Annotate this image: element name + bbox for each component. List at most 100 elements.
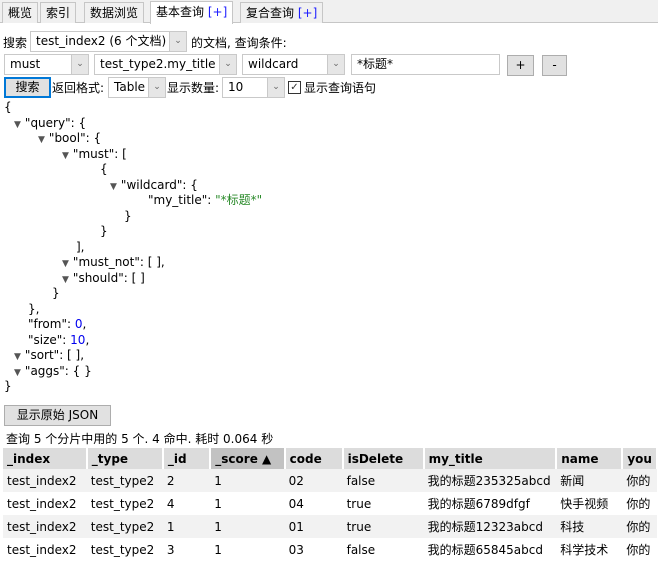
column-header-name[interactable]: name bbox=[556, 448, 624, 469]
remove-condition-button[interactable]: - bbox=[542, 55, 567, 76]
checkmark-icon: ✓ bbox=[290, 82, 299, 93]
collapse-toggle-icon[interactable]: ▼ bbox=[14, 366, 21, 382]
field-select-value: test_type2.my_title bbox=[100, 57, 216, 71]
show-raw-json-button[interactable]: 显示原始 JSON bbox=[4, 405, 111, 426]
tab-add-icon[interactable]: [+] bbox=[298, 6, 317, 20]
collapse-toggle-icon[interactable]: ▼ bbox=[62, 149, 69, 165]
cell-code: 01 bbox=[284, 515, 343, 538]
format-label: 返回格式: bbox=[52, 81, 105, 95]
tab-compound-query[interactable]: 复合查询 [+] bbox=[240, 2, 324, 23]
chevron-down-icon: ⌄ bbox=[219, 55, 236, 74]
table-row[interactable]: test_index2 test_type2 4 1 04 true 我的标题6… bbox=[3, 492, 657, 515]
tab-bar: 概览 索引 数据浏览 基本查询 [+] 复合查询 [+] bbox=[0, 0, 658, 24]
tab-indices[interactable]: 索引 bbox=[40, 2, 77, 23]
tab-data-browse[interactable]: 数据浏览 bbox=[84, 2, 145, 23]
cell-name: 科学技术 bbox=[560, 543, 609, 557]
tab-label: 概览 bbox=[8, 6, 33, 20]
collapse-toggle-icon[interactable]: ▼ bbox=[38, 133, 45, 149]
json-line: "from": 0, bbox=[28, 317, 86, 333]
collapse-toggle-icon[interactable]: ▼ bbox=[110, 180, 117, 196]
column-header-index[interactable]: _index bbox=[3, 448, 88, 469]
json-text: } bbox=[52, 286, 60, 300]
chevron-down-icon: ⌄ bbox=[267, 78, 284, 97]
json-text: "should": [ ] bbox=[72, 270, 145, 285]
column-header-isdelete[interactable]: isDelete bbox=[342, 448, 425, 469]
chevron-down-icon: ⌄ bbox=[327, 55, 344, 74]
tab-label: 数据浏览 bbox=[90, 6, 139, 20]
cell-code: 03 bbox=[288, 542, 304, 557]
json-line: "my_title": "*标题*" bbox=[148, 193, 262, 209]
cell-my-title: 我的标题12323abcd bbox=[423, 515, 557, 538]
cell-name: 科技 bbox=[556, 515, 623, 538]
search-prefix-label: 搜索 bbox=[3, 36, 28, 50]
tab-basic-query[interactable]: 基本查询 [+] bbox=[150, 1, 234, 24]
json-punct: , bbox=[82, 317, 87, 331]
cell-type: test_type2 bbox=[90, 542, 155, 557]
json-text: "sort": [ ], bbox=[24, 348, 85, 362]
json-line: } bbox=[52, 286, 60, 302]
json-text: "my_title": bbox=[148, 193, 216, 207]
column-header-my-title[interactable]: my_title bbox=[423, 448, 558, 469]
column-header-you[interactable]: you bbox=[622, 448, 658, 469]
results-summary: 查询 5 个分片中用的 5 个. 4 命中. 耗时 0.064 秒 bbox=[6, 432, 274, 446]
cell-index: test_index2 bbox=[7, 542, 77, 557]
operator-select[interactable]: wildcard ⌄ bbox=[242, 54, 345, 75]
column-header-id[interactable]: _id bbox=[162, 448, 212, 469]
column-header-type[interactable]: _type bbox=[86, 448, 164, 469]
json-text: "aggs": { } bbox=[24, 363, 92, 378]
json-line: }, bbox=[28, 302, 39, 318]
cell-id: 2 bbox=[162, 469, 211, 492]
tab-add-icon[interactable]: [+] bbox=[208, 5, 227, 19]
json-line: "size": 10, bbox=[28, 333, 89, 349]
json-text: { bbox=[100, 162, 108, 176]
column-header-code[interactable]: code bbox=[284, 448, 344, 469]
cell-my-title: 我的标题6789dfgf bbox=[427, 497, 530, 511]
table-header-row: _index _type _id _score ▲ code isDelete … bbox=[3, 448, 658, 469]
show-query-label[interactable]: 显示查询语句 bbox=[304, 80, 376, 96]
json-text: }, bbox=[28, 301, 40, 316]
index-select[interactable]: test_index2 (6 个文档) ⌄ bbox=[30, 31, 187, 52]
collapse-toggle-icon[interactable]: ▼ bbox=[62, 273, 69, 289]
show-query-checkbox[interactable]: ✓ bbox=[288, 81, 301, 94]
results-table: _index _type _id _score ▲ code isDelete … bbox=[3, 448, 658, 561]
json-line: ▼ "must": [ bbox=[62, 147, 127, 165]
field-select[interactable]: test_type2.my_title ⌄ bbox=[94, 54, 237, 75]
cell-index: test_index2 bbox=[3, 515, 87, 538]
json-line: { bbox=[4, 100, 12, 116]
json-line: { bbox=[100, 162, 108, 178]
chevron-down-icon: ⌄ bbox=[148, 78, 165, 97]
format-select-value: Table bbox=[114, 80, 146, 94]
cell-you: 你的 bbox=[622, 515, 657, 538]
json-value: "*标题*" bbox=[215, 193, 263, 207]
json-line: } bbox=[100, 224, 108, 240]
cell-you: 你的 bbox=[626, 543, 651, 557]
query-value-input[interactable]: *标题* bbox=[351, 54, 500, 75]
table-row[interactable]: test_index2 test_type2 1 1 01 true 我的标题1… bbox=[3, 515, 657, 538]
json-text: "must": [ bbox=[72, 146, 127, 161]
json-line: ], bbox=[76, 240, 85, 256]
query-value-text: *标题* bbox=[357, 57, 394, 71]
json-text: { bbox=[4, 100, 12, 114]
cell-you: 你的 bbox=[626, 497, 651, 511]
chevron-down-icon: ⌄ bbox=[169, 32, 186, 51]
cell-name: 新闻 bbox=[556, 469, 623, 492]
cell-id: 4 bbox=[166, 496, 175, 511]
cell-index: test_index2 bbox=[3, 469, 87, 492]
table-row[interactable]: test_index2 test_type2 2 1 02 false 我的标题… bbox=[3, 469, 657, 492]
json-text: "must_not": [ ], bbox=[72, 255, 165, 269]
json-text: "size": bbox=[28, 332, 71, 347]
count-select[interactable]: 10 ⌄ bbox=[222, 77, 285, 98]
search-button[interactable]: 搜索 bbox=[4, 77, 51, 98]
tab-overview[interactable]: 概览 bbox=[2, 2, 39, 23]
format-select[interactable]: Table ⌄ bbox=[108, 77, 166, 98]
cell-my-title: 我的标题235325abcd bbox=[423, 469, 557, 492]
cell-score: 1 bbox=[214, 542, 222, 557]
bool-select[interactable]: must ⌄ bbox=[4, 54, 89, 75]
collapse-toggle-icon[interactable]: ▼ bbox=[14, 118, 21, 134]
column-header-score[interactable]: _score ▲ bbox=[210, 448, 286, 469]
json-punct: , bbox=[85, 332, 90, 347]
table-row[interactable]: test_index2 test_type2 3 1 03 false 我的标题… bbox=[3, 538, 657, 561]
add-condition-button[interactable]: + bbox=[507, 55, 534, 76]
json-text: } bbox=[100, 224, 108, 238]
json-value: 10 bbox=[70, 332, 86, 347]
